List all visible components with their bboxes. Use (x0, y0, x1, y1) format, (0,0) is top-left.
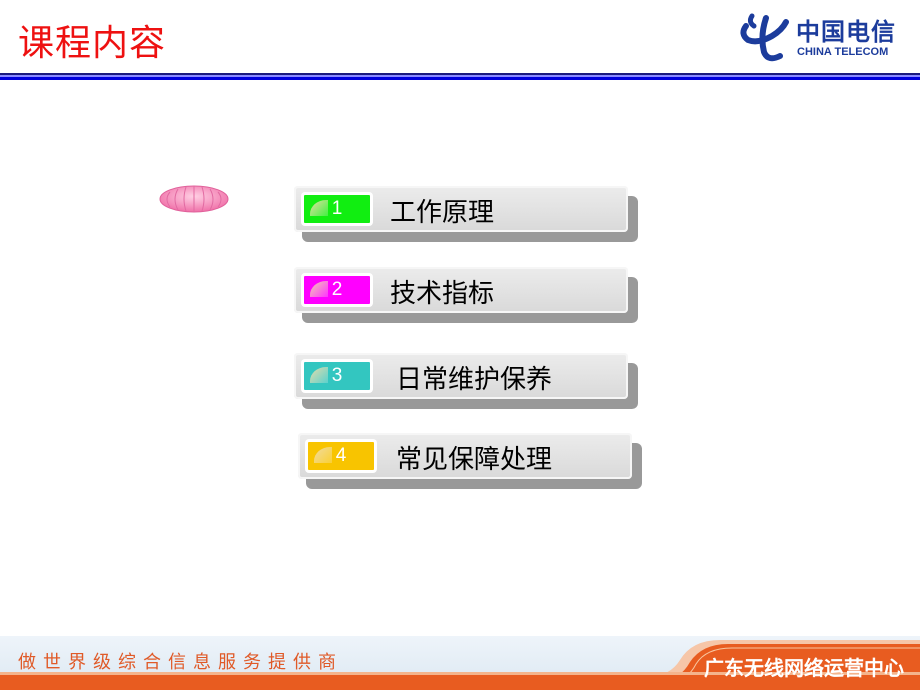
china-telecom-logo-icon (740, 13, 789, 62)
item-label: 日常维护保养 (396, 365, 553, 395)
logo-name-cn: 中国电信 (796, 17, 896, 46)
menu-item-3[interactable]: 3 日常维护保养 (294, 353, 638, 409)
page-title: 课程内容 (18, 23, 167, 64)
item-number-badge: 4 (305, 439, 377, 473)
logo-name-en: CHINA TELECOM (797, 46, 889, 58)
gloss-icon (314, 447, 332, 463)
footer-slogan: 做世界级综合信息服务提供商 (18, 652, 343, 673)
gloss-icon (310, 200, 328, 216)
pink-shell-icon (159, 185, 229, 213)
footer-center-name: 广东无线网络运营中心 (704, 656, 904, 680)
item-label: 技术指标 (390, 279, 495, 309)
item-number-badge: 3 (301, 359, 373, 393)
gloss-icon (310, 367, 328, 383)
item-label: 工作原理 (390, 198, 495, 228)
item-label: 常见保障处理 (396, 445, 553, 475)
gloss-icon (310, 281, 328, 297)
menu-item-1[interactable]: 1 工作原理 (294, 186, 638, 242)
item-number-badge: 2 (301, 273, 373, 307)
header-rule-base (0, 77, 920, 80)
china-telecom-logo: 中国电信 CHINA TELECOM (738, 10, 908, 66)
menu-item-2[interactable]: 2 技术指标 (294, 267, 638, 323)
menu-item-4[interactable]: 4 常见保障处理 (298, 433, 642, 489)
item-number-badge: 1 (301, 192, 373, 226)
